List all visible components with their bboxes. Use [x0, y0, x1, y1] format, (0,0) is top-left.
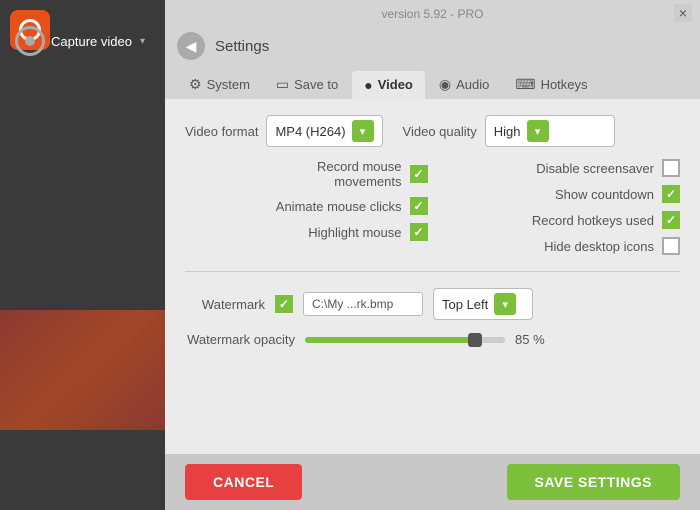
video-icon: ● — [364, 77, 372, 93]
back-icon: ◀ — [186, 38, 197, 55]
title-bar: version 5.92 - PRO × — [165, 0, 700, 28]
saveto-icon: ▭ — [276, 76, 289, 93]
position-dropdown[interactable]: Top Left ▾ — [433, 288, 533, 320]
record-hotkeys-label: Record hotkeys used — [532, 213, 654, 228]
tab-audio-label: Audio — [456, 77, 489, 92]
watermark-label: Watermark — [185, 297, 265, 312]
quality-dropdown[interactable]: High ▾ — [485, 115, 615, 147]
watermark-checkbox[interactable] — [275, 295, 293, 313]
tab-saveto-label: Save to — [294, 77, 338, 92]
audio-icon: ◉ — [439, 76, 451, 93]
main-content: version 5.92 - PRO × ◀ Settings ⚙ System… — [165, 0, 700, 510]
format-label: Video format — [185, 124, 258, 139]
right-checkboxes: Disable screensaver Show countdown Recor… — [438, 159, 681, 255]
capture-circle-icon — [15, 26, 45, 56]
watermark-path: C:\My ...rk.bmp — [303, 292, 423, 316]
tab-hotkeys[interactable]: ⌨ Hotkeys — [503, 70, 599, 99]
footer: CANCEL SAVE SETTINGS — [165, 454, 700, 510]
back-button[interactable]: ◀ — [177, 32, 205, 60]
show-countdown-row: Show countdown — [438, 185, 681, 203]
version-text: version 5.92 - PRO — [381, 7, 483, 21]
quality-dropdown-arrow: ▾ — [527, 120, 549, 142]
sidebar: Capture video ▾ — [0, 0, 165, 510]
opacity-thumb[interactable] — [468, 333, 482, 347]
close-button[interactable]: × — [674, 4, 692, 22]
save-button[interactable]: SAVE SETTINGS — [507, 464, 680, 500]
header-bar: ◀ Settings — [165, 28, 700, 66]
highlight-mouse-label: Highlight mouse — [308, 225, 401, 240]
opacity-row: Watermark opacity 85 % — [185, 332, 680, 347]
animate-clicks-label: Animate mouse clicks — [276, 199, 402, 214]
record-mouse-label: Record mousemovements — [317, 159, 402, 189]
format-dropdown-arrow: ▾ — [352, 120, 374, 142]
hide-desktop-label: Hide desktop icons — [544, 239, 654, 254]
tab-hotkeys-label: Hotkeys — [541, 77, 588, 92]
checkboxes-container: Record mousemovements Animate mouse clic… — [185, 159, 680, 255]
tab-audio[interactable]: ◉ Audio — [427, 70, 501, 99]
highlight-mouse-checkbox[interactable] — [410, 223, 428, 241]
watermark-row: Watermark C:\My ...rk.bmp Top Left ▾ — [185, 288, 680, 320]
chevron-down-icon: ▾ — [140, 36, 145, 47]
format-dropdown[interactable]: MP4 (H264) ▾ — [266, 115, 382, 147]
quality-field: Video quality High ▾ — [403, 115, 615, 147]
format-field: Video format MP4 (H264) ▾ — [185, 115, 383, 147]
settings-panel: Video format MP4 (H264) ▾ Video quality … — [165, 99, 700, 454]
record-mouse-row: Record mousemovements — [185, 159, 428, 189]
record-hotkeys-checkbox[interactable] — [662, 211, 680, 229]
opacity-value: 85 % — [515, 332, 545, 347]
show-countdown-checkbox[interactable] — [662, 185, 680, 203]
disable-screensaver-label: Disable screensaver — [536, 161, 654, 176]
capture-video-button[interactable]: Capture video ▾ — [5, 20, 160, 62]
record-hotkeys-row: Record hotkeys used — [438, 211, 681, 229]
sidebar-thumbnail — [0, 310, 165, 430]
app-window: Capture video ▾ version 5.92 - PRO × ◀ S… — [0, 0, 700, 510]
highlight-mouse-row: Highlight mouse — [185, 223, 428, 241]
show-countdown-label: Show countdown — [555, 187, 654, 202]
position-value: Top Left — [442, 297, 488, 312]
cancel-button[interactable]: CANCEL — [185, 464, 302, 500]
system-icon: ⚙ — [189, 76, 202, 93]
hide-desktop-checkbox[interactable] — [662, 237, 680, 255]
quality-label: Video quality — [403, 124, 477, 139]
left-checkboxes: Record mousemovements Animate mouse clic… — [185, 159, 428, 255]
tab-system[interactable]: ⚙ System — [177, 70, 262, 99]
capture-dot-icon — [25, 36, 35, 46]
quality-value: High — [494, 124, 521, 139]
tab-saveto[interactable]: ▭ Save to — [264, 70, 350, 99]
format-value: MP4 (H264) — [275, 124, 345, 139]
opacity-label: Watermark opacity — [185, 332, 295, 347]
tabs-bar: ⚙ System ▭ Save to ● Video ◉ Audio ⌨ Hot… — [165, 66, 700, 99]
opacity-slider[interactable] — [305, 337, 505, 343]
disable-screensaver-row: Disable screensaver — [438, 159, 681, 177]
tab-video[interactable]: ● Video — [352, 71, 425, 99]
animate-clicks-row: Animate mouse clicks — [185, 197, 428, 215]
format-quality-row: Video format MP4 (H264) ▾ Video quality … — [185, 115, 680, 147]
divider — [185, 271, 680, 272]
animate-clicks-checkbox[interactable] — [410, 197, 428, 215]
hotkeys-icon: ⌨ — [515, 76, 535, 93]
page-title: Settings — [215, 38, 269, 55]
hide-desktop-row: Hide desktop icons — [438, 237, 681, 255]
disable-screensaver-checkbox[interactable] — [662, 159, 680, 177]
position-dropdown-arrow: ▾ — [494, 293, 516, 315]
capture-label: Capture video — [51, 34, 132, 49]
record-mouse-checkbox[interactable] — [410, 165, 428, 183]
tab-video-label: Video — [378, 77, 413, 92]
tab-system-label: System — [207, 77, 250, 92]
